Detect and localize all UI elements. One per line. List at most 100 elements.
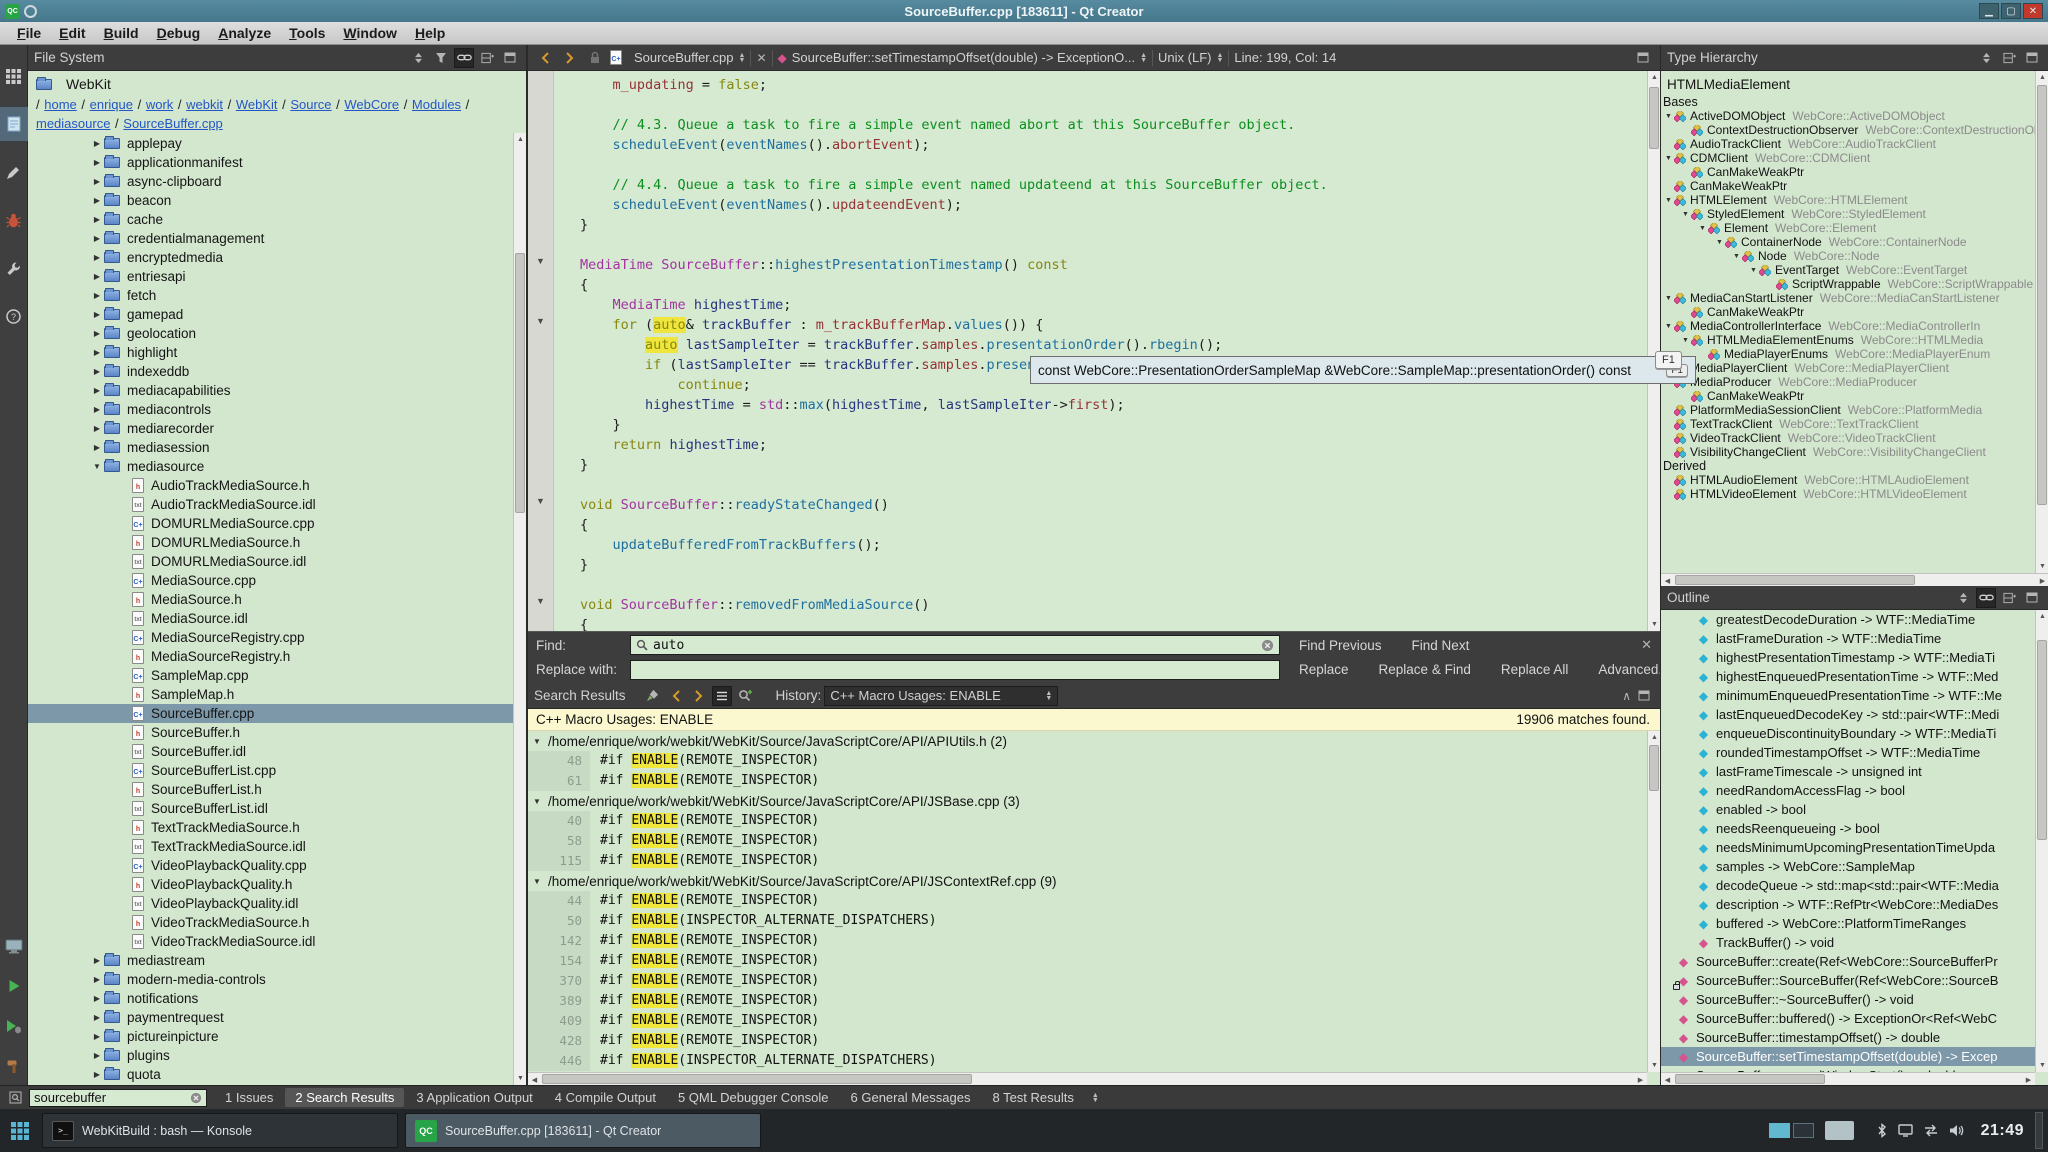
- breadcrumb-link[interactable]: Modules: [412, 97, 461, 112]
- expand-arrow-icon[interactable]: ▶: [90, 348, 104, 357]
- tree-row-SourceBuffer.idl[interactable]: txtSourceBuffer.idl: [28, 742, 526, 761]
- result-match-row[interactable]: 50#if ENABLE(INSPECTOR_ALTERNATE_DISPATC…: [528, 911, 1660, 931]
- hierarchy-row-MediaProducer[interactable]: MediaProducerWebCore::MediaProducer: [1661, 375, 2048, 389]
- tree-row-applepay[interactable]: ▶applepay: [28, 134, 526, 153]
- tree-row-SampleMap.h[interactable]: hSampleMap.h: [28, 685, 526, 704]
- hierarchy-row-AudioTrackClient[interactable]: AudioTrackClientWebCore::AudioTrackClien…: [1661, 137, 2048, 151]
- tree-row-AudioTrackMediaSource.idl[interactable]: txtAudioTrackMediaSource.idl: [28, 495, 526, 514]
- bluetooth-icon[interactable]: [1877, 1123, 1887, 1138]
- replace-all-button[interactable]: Replace All: [1490, 662, 1580, 677]
- find-input[interactable]: [653, 638, 1256, 653]
- menu-file[interactable]: File: [8, 25, 50, 41]
- menu-debug[interactable]: Debug: [148, 25, 210, 41]
- tree-row-DOMURLMediaSource.cpp[interactable]: C+DOMURLMediaSource.cpp: [28, 514, 526, 533]
- desktop-1[interactable]: [1769, 1123, 1790, 1138]
- code-line[interactable]: [580, 95, 1660, 115]
- replace-find-button[interactable]: Replace & Find: [1368, 662, 1482, 677]
- result-match-row[interactable]: 389#if ENABLE(REMOTE_INSPECTOR): [528, 991, 1660, 1011]
- outline-hscrollbar[interactable]: ◀ ▶: [1661, 1072, 2035, 1085]
- tree-row-mediastream[interactable]: ▶mediastream: [28, 951, 526, 970]
- outline-row[interactable]: ◆SourceBuffer::setTimestampOffset(double…: [1661, 1047, 2048, 1066]
- fold-marker-icon[interactable]: ▼: [528, 491, 553, 511]
- task-button[interactable]: >_WebKitBuild : bash — Konsole: [42, 1113, 398, 1148]
- code-line[interactable]: [580, 475, 1660, 495]
- outline-row[interactable]: ◆minimumEnqueuedPresentationTime -> WTF:…: [1661, 686, 2048, 705]
- expand-arrow-icon[interactable]: ▶: [90, 329, 104, 338]
- code-line[interactable]: [580, 575, 1660, 595]
- expand-arrow-icon[interactable]: ▶: [90, 956, 104, 965]
- pane-button-1-issues[interactable]: 1 Issues: [215, 1088, 283, 1107]
- editor-popout-icon[interactable]: [1633, 48, 1653, 68]
- file-tree-scrollbar[interactable]: ▲ ▼: [513, 133, 526, 1085]
- find-previous-button[interactable]: Find Previous: [1288, 638, 1393, 653]
- expand-arrow-icon[interactable]: ▶: [90, 1070, 104, 1079]
- hierarchy-row-CDMClient[interactable]: ▼CDMClientWebCore::CDMClient: [1661, 151, 2048, 165]
- expand-arrow-icon[interactable]: ▶: [90, 1051, 104, 1060]
- hierarchy-row-EventTarget[interactable]: ▼EventTargetWebCore::EventTarget: [1661, 263, 2048, 277]
- code-line[interactable]: [580, 155, 1660, 175]
- menu-edit[interactable]: Edit: [50, 25, 94, 41]
- build-icon[interactable]: [0, 1049, 28, 1083]
- code-line[interactable]: void SourceBuffer::removedFromMediaSourc…: [580, 595, 1660, 615]
- clear-locator-icon[interactable]: [190, 1092, 202, 1104]
- split-panel-icon[interactable]: [1999, 588, 2019, 608]
- scrollbar-thumb[interactable]: [2037, 85, 2047, 505]
- hierarchy-row-CanMakeWeakPtr[interactable]: CanMakeWeakPtr: [1661, 305, 2048, 319]
- outline-row[interactable]: ◆needsReenqueueing -> bool: [1661, 819, 2048, 838]
- code-line[interactable]: // 4.3. Queue a task to fire a simple ev…: [580, 115, 1660, 135]
- close-document-icon[interactable]: ✕: [756, 51, 766, 65]
- expand-arrow-icon[interactable]: ▶: [90, 975, 104, 984]
- expand-arrow-icon[interactable]: ▶: [90, 234, 104, 243]
- tree-row-indexeddb[interactable]: ▶indexeddb: [28, 362, 526, 381]
- tree-row-mediasource[interactable]: ▼mediasource: [28, 457, 526, 476]
- collapse-arrow-icon[interactable]: ▼: [1680, 337, 1691, 344]
- code-line[interactable]: }: [580, 215, 1660, 235]
- hierarchy-row-ContextDestructionObserver[interactable]: ContextDestructionObserverWebCore::Conte…: [1661, 123, 2048, 137]
- result-match-row[interactable]: 40#if ENABLE(REMOTE_INSPECTOR): [528, 811, 1660, 831]
- result-match-row[interactable]: 428#if ENABLE(REMOTE_INSPECTOR): [528, 1031, 1660, 1051]
- close-find-icon[interactable]: ✕: [1641, 637, 1652, 653]
- kit-selector-icon[interactable]: [0, 929, 28, 963]
- collapse-arrow-icon[interactable]: ▼: [1697, 225, 1708, 232]
- sort-icon[interactable]: [408, 48, 428, 68]
- collapse-arrow-icon[interactable]: ▼: [1731, 253, 1742, 260]
- hierarchy-row-HTMLElement[interactable]: ▼HTMLElementWebCore::HTMLElement: [1661, 193, 2048, 207]
- volume-icon[interactable]: [1949, 1124, 1964, 1137]
- tree-row-entriesapi[interactable]: ▶entriesapi: [28, 267, 526, 286]
- hierarchy-row-HTMLAudioElement[interactable]: HTMLAudioElementWebCore::HTMLAudioElemen…: [1661, 473, 2048, 487]
- tree-row-VideoTrackMediaSource.idl[interactable]: txtVideoTrackMediaSource.idl: [28, 932, 526, 951]
- scrollbar-thumb[interactable]: [1649, 745, 1659, 791]
- result-match-row[interactable]: 115#if ENABLE(REMOTE_INSPECTOR): [528, 851, 1660, 871]
- replace-field[interactable]: [630, 660, 1280, 680]
- collapse-arrow-icon[interactable]: ▼: [1663, 295, 1674, 302]
- find-field[interactable]: [630, 635, 1280, 655]
- tree-row-mediarecorder[interactable]: ▶mediarecorder: [28, 419, 526, 438]
- collapse-arrow-icon[interactable]: ▼: [533, 737, 543, 746]
- minimize-button[interactable]: ▁: [1979, 3, 1999, 19]
- maximize-button[interactable]: ▢: [2001, 3, 2021, 19]
- result-match-row[interactable]: 446#if ENABLE(INSPECTOR_ALTERNATE_DISPAT…: [528, 1051, 1660, 1071]
- menu-help[interactable]: Help: [406, 25, 454, 41]
- tree-row-VideoTrackMediaSource.h[interactable]: hVideoTrackMediaSource.h: [28, 913, 526, 932]
- code-line[interactable]: highestTime = std::max(highestTime, last…: [580, 395, 1660, 415]
- breadcrumb-link[interactable]: WebKit: [236, 97, 278, 112]
- tree-row-MediaSource.h[interactable]: hMediaSource.h: [28, 590, 526, 609]
- hierarchy-row-VideoTrackClient[interactable]: VideoTrackClientWebCore::VideoTrackClien…: [1661, 431, 2048, 445]
- mode-welcome-icon[interactable]: [0, 59, 28, 93]
- split-panel-icon[interactable]: [477, 48, 497, 68]
- mode-help-icon[interactable]: ?: [0, 299, 28, 333]
- tree-row-credentialmanagement[interactable]: ▶credentialmanagement: [28, 229, 526, 248]
- tree-row-MediaSourceRegistry.h[interactable]: hMediaSourceRegistry.h: [28, 647, 526, 666]
- window-preview[interactable]: [1825, 1121, 1854, 1140]
- code-line[interactable]: void SourceBuffer::readyStateChanged(): [580, 495, 1660, 515]
- outline-row[interactable]: ◆enabled -> bool: [1661, 800, 2048, 819]
- titlebar[interactable]: QC SourceBuffer.cpp [183611] - Qt Creato…: [0, 0, 2048, 22]
- tree-row-AudioTrackMediaSource.h[interactable]: hAudioTrackMediaSource.h: [28, 476, 526, 495]
- hierarchy-row-MediaPlayerClient[interactable]: MediaPlayerClientWebCore::MediaPlayerCli…: [1661, 361, 2048, 375]
- tree-row-TextTrackMediaSource.h[interactable]: hTextTrackMediaSource.h: [28, 818, 526, 837]
- tree-row-pictureinpicture[interactable]: ▶pictureinpicture: [28, 1027, 526, 1046]
- hierarchy-row-ContainerNode[interactable]: ▼ContainerNodeWebCore::ContainerNode: [1661, 235, 2048, 249]
- expand-arrow-icon[interactable]: ▶: [90, 196, 104, 205]
- open-document-selector[interactable]: SourceBuffer.cpp: [634, 50, 734, 65]
- result-match-row[interactable]: 142#if ENABLE(REMOTE_INSPECTOR): [528, 931, 1660, 951]
